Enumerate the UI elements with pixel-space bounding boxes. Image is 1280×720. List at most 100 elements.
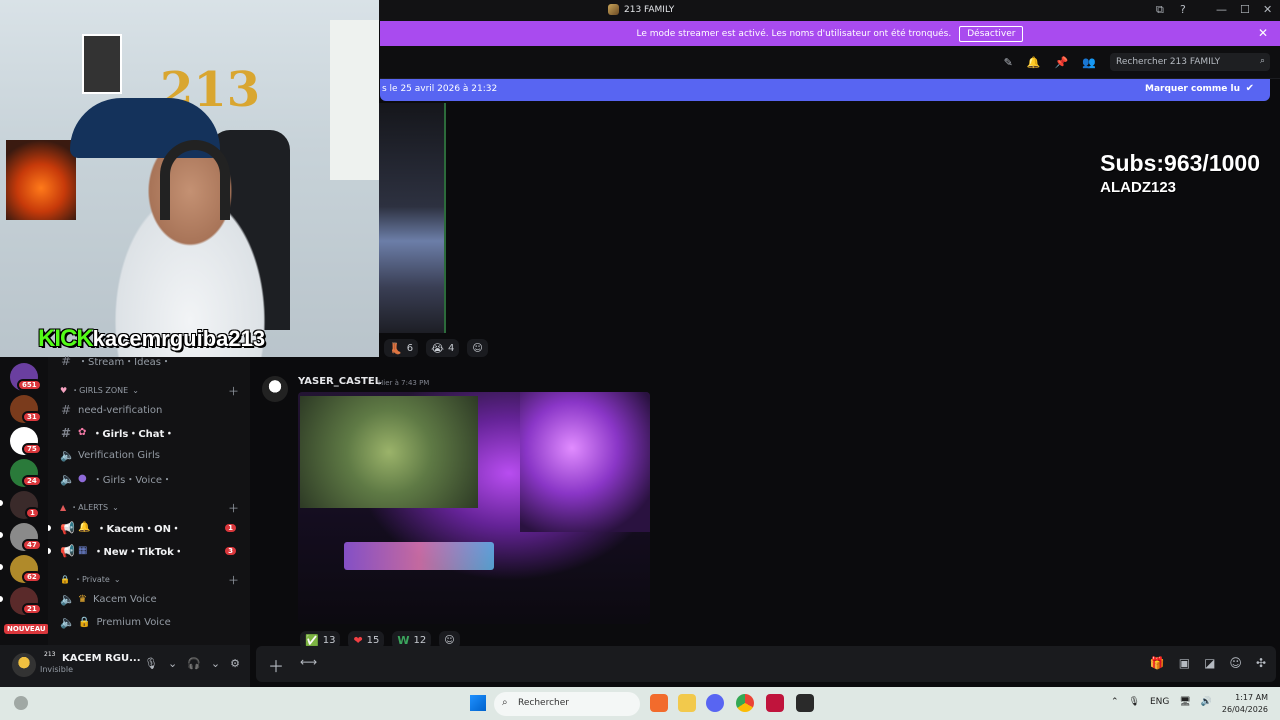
discord-icon[interactable]: [706, 694, 724, 712]
chrome-icon[interactable]: [736, 694, 754, 712]
new-messages-bar[interactable]: s le 25 avril 2026 à 21:32 Marquer comme…: [380, 79, 1270, 101]
avatar[interactable]: [262, 376, 288, 402]
channel-header: ✎ 🔔 📌 👥 Rechercher 213 FAMILY ⌕: [380, 46, 1280, 79]
category-alerts[interactable]: ▲ ・ALERTS ⌄ ＋: [60, 502, 239, 515]
language-indicator[interactable]: ENG: [1150, 697, 1169, 707]
new-messages-text: s le 25 avril 2026 à 21:32: [382, 84, 498, 94]
network-icon[interactable]: 🖥: [1179, 697, 1190, 707]
channel-girls-chat[interactable]: # ✿ ・Girls・Chat・: [60, 425, 246, 441]
taskbar-clock[interactable]: 1:17 AM 26/04/2026: [1222, 692, 1268, 716]
channel-verification-girls[interactable]: 🔈 Verification Girls: [60, 448, 246, 462]
voice-controls: 🎙 ⌄ 🎧 ⌄ ⚙: [144, 657, 240, 670]
banner-text: Le mode streamer est activé. Les noms d'…: [636, 28, 952, 39]
server-badge: 651: [17, 379, 42, 391]
smiley-icon: ☺: [444, 634, 455, 646]
megaphone-icon: 📢: [60, 520, 75, 535]
search-icon: ⌕: [1259, 56, 1265, 66]
windows-start-icon[interactable]: [470, 695, 486, 711]
speaker-icon: 🔈: [60, 448, 75, 462]
volume-icon[interactable]: 🔊: [1201, 697, 1212, 707]
members-icon[interactable]: 👥: [1082, 56, 1096, 69]
close-window-button[interactable]: ✕: [1263, 3, 1272, 16]
microphone-icon[interactable]: 🎙: [1129, 697, 1140, 707]
help-icon[interactable]: ?: [1180, 3, 1186, 16]
widgets-icon[interactable]: [14, 696, 28, 710]
chevron-down-icon[interactable]: ⌄: [168, 657, 177, 670]
channel-premium-voice[interactable]: 🔈 🔒 Premium Voice: [60, 615, 246, 629]
threads-icon[interactable]: ✎: [1004, 56, 1013, 69]
mark-as-read-button[interactable]: Marquer comme lu: [1145, 84, 1240, 94]
unread-indicator: [48, 547, 51, 554]
add-reaction-button[interactable]: ☺: [467, 339, 488, 357]
banner-close-icon[interactable]: ✕: [1258, 26, 1268, 40]
alert-icon: ▲: [60, 503, 67, 512]
add-channel-icon[interactable]: ＋: [228, 500, 239, 516]
headphones-icon[interactable]: 🎧: [187, 657, 201, 670]
activities-icon[interactable]: ✣: [1256, 656, 1266, 670]
reaction-chip[interactable]: 😭 4: [426, 339, 460, 357]
category-girls-zone[interactable]: ♥ ・GIRLS ZONE ⌄ ＋: [60, 385, 239, 398]
add-channel-icon[interactable]: ＋: [228, 572, 239, 588]
emoji-icon[interactable]: ☺: [1229, 656, 1242, 670]
gear-icon[interactable]: ⚙: [230, 657, 240, 670]
message-composer[interactable]: ＋ ⟷ 🎁 ▣ ◪ ☺ ✣: [256, 646, 1276, 682]
unread-indicator: [0, 532, 3, 538]
channel-girls-voice[interactable]: 🔈 ● ・Girls・Voice・: [60, 471, 246, 487]
gift-icon[interactable]: 🎁: [1150, 656, 1165, 670]
lock-icon: 🔒: [60, 575, 70, 584]
search-input[interactable]: Rechercher 213 FAMILY ⌕: [1110, 53, 1270, 71]
app-icon[interactable]: [796, 694, 814, 712]
gif-icon[interactable]: ▣: [1179, 656, 1190, 670]
mark-read-icon: ✔: [1245, 83, 1254, 94]
sticker-icon[interactable]: ◪: [1204, 656, 1215, 670]
unread-indicator: [48, 524, 51, 531]
apps-icon[interactable]: ⟷: [300, 655, 317, 669]
category-private[interactable]: 🔒 ・Private ⌄ ＋: [60, 574, 239, 587]
channel-new-tiktok[interactable]: 📢 ▦ ・New・TikTok・ 3: [48, 543, 246, 558]
message-image-attachment[interactable]: [298, 392, 650, 624]
new-badge[interactable]: NOUVEAU: [4, 624, 49, 634]
minimize-button[interactable]: —: [1216, 3, 1227, 16]
bell-icon: 🔔: [78, 522, 91, 533]
user-name[interactable]: KACEM RGU...: [62, 653, 141, 664]
webcam-jersey: [330, 20, 379, 180]
message-image-attachment[interactable]: [379, 103, 446, 333]
user-status: Invisible: [40, 665, 73, 674]
chevron-down-icon[interactable]: ⌄: [211, 657, 220, 670]
channel-kacem-on[interactable]: 📢 🔔 ・Kacem・ON・ 1: [48, 520, 246, 535]
flower-icon: ✿: [78, 427, 87, 438]
bell-icon[interactable]: 🔔: [1027, 56, 1041, 69]
crown-icon: ♛: [78, 593, 87, 605]
tiktok-icon: ▦: [78, 545, 88, 556]
server-badge: 62: [22, 571, 42, 583]
check-emoji: ✅: [305, 633, 319, 647]
webcam-poster: [82, 34, 122, 94]
message-author[interactable]: YASER_CASTEL: [298, 376, 381, 387]
hash-icon: #: [60, 403, 72, 417]
brave-icon[interactable]: [650, 694, 668, 712]
disable-streamer-button[interactable]: Désactiver: [959, 25, 1024, 42]
reactions-row: 👢 6 😭 4 ☺: [384, 339, 488, 357]
channel-need-verification[interactable]: # need-verification: [60, 403, 246, 417]
attach-plus-icon[interactable]: ＋: [268, 653, 284, 677]
maximize-button[interactable]: ☐: [1240, 3, 1250, 16]
image-monitor: [300, 396, 478, 508]
avatar[interactable]: [12, 653, 36, 677]
windows-taskbar: ⌕ Rechercher ⌃ 🎙 ENG 🖥 🔊 1:17 AM 26/04/2…: [0, 687, 1280, 720]
inbox-icon[interactable]: ⧉: [1156, 3, 1164, 17]
speaker-icon: 🔈: [60, 471, 75, 486]
message-timestamp: Hier à 7:43 PM: [378, 379, 430, 387]
channel-item[interactable]: # ・Stream・Ideas・: [60, 353, 246, 369]
reaction-chip[interactable]: 👢 6: [384, 339, 419, 357]
taskbar-search[interactable]: ⌕ Rechercher: [494, 692, 640, 716]
microphone-icon[interactable]: 🎙: [144, 657, 158, 670]
channel-kacem-voice[interactable]: 🔈 ♛ Kacem Voice: [60, 592, 246, 606]
file-explorer-icon[interactable]: [678, 694, 696, 712]
adobe-icon[interactable]: [766, 694, 784, 712]
pin-icon[interactable]: 📌: [1055, 56, 1069, 69]
mention-badge: 1: [225, 523, 236, 532]
channel-list: # ・Stream・Ideas・ ♥ ・GIRLS ZONE ⌄ ＋ # nee…: [48, 354, 250, 645]
add-channel-icon[interactable]: ＋: [228, 383, 239, 399]
chevron-up-icon[interactable]: ⌃: [1111, 697, 1119, 707]
server-badge: 1: [25, 507, 40, 519]
